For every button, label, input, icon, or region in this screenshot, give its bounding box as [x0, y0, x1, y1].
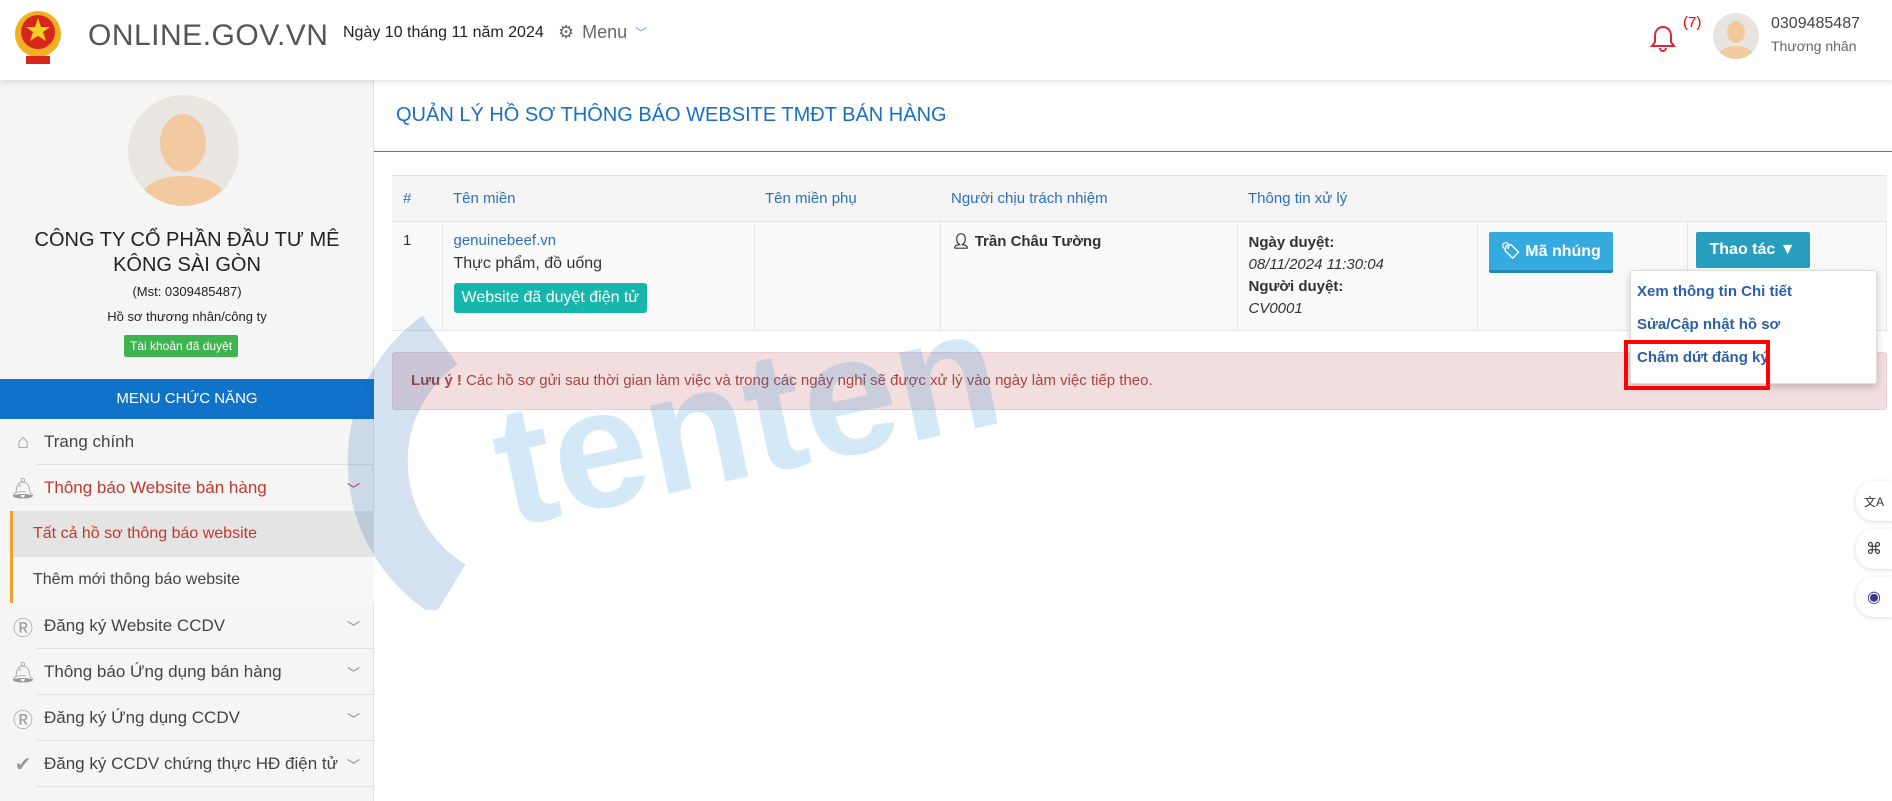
menu-dropdown[interactable]: ⚙ Menu ﹀	[558, 22, 647, 43]
company-avatar	[128, 95, 239, 206]
column-header: Người chịu trách nhiệm	[940, 175, 1237, 222]
notification-bell-icon[interactable]	[1650, 24, 1676, 52]
sidebar-item-label: Tất cả hồ sơ thông báo website	[33, 525, 257, 542]
sidebar-item-label: Đăng ký Ứng dụng CCDV	[44, 708, 240, 727]
sidebar-item-app-notice[interactable]: 🔔︎ Thông báo Ứng dụng bán hàng ﹀	[0, 649, 374, 695]
table-header: # Tên miền Tên miền phụ Người chịu trách…	[392, 175, 1887, 222]
row-index: 1	[392, 221, 443, 331]
approver-label: Người duyệt:	[1248, 278, 1344, 295]
approved-date: 08/11/2024 11:30:04	[1248, 256, 1384, 273]
registered-icon: Ⓡ	[13, 709, 33, 732]
user-avatar[interactable]	[1713, 13, 1759, 59]
check-circle-icon: ✔	[14, 753, 32, 776]
chevron-down-icon: ﹀	[346, 711, 360, 727]
chevron-down-icon: ﹀	[346, 757, 360, 773]
chevron-down-icon: ﹀	[635, 26, 648, 40]
apps-icon: ⌘	[1866, 541, 1882, 558]
company-name: CÔNG TY CỔ PHẦN ĐẦU TƯ MÊ KÔNG SÀI GÒN	[34, 229, 340, 276]
embed-code-label: Mã nhúng	[1525, 243, 1601, 260]
alert-text: Các hồ sơ gửi sau thời gian làm việc và …	[461, 372, 1153, 389]
sidebar-item-register-website[interactable]: Ⓡ Đăng ký Website CCDV ﹀	[0, 603, 374, 649]
embed-code-button[interactable]: 🏷︎ Mã nhúng	[1488, 232, 1613, 273]
bell-icon: 🔔︎	[10, 661, 36, 684]
approval-status-badge: Website đã duyệt điện tử	[453, 283, 648, 313]
chevron-down-icon: ﹀	[346, 665, 360, 681]
domain-cell: genuinebeef.vn Thực phẩm, đồ uống Websit…	[441, 221, 755, 331]
page-title: QUẢN LÝ HỒ SƠ THÔNG BÁO WEBSITE TMĐT BÁN…	[396, 104, 947, 126]
menu-item-edit-profile[interactable]: Sửa/Cập nhật hồ sơ	[1637, 316, 1780, 333]
alert-label: Lưu ý !	[411, 372, 462, 389]
domain-link[interactable]: genuinebeef.vn	[454, 232, 743, 249]
top-header: ONLINE.GOV.VN Ngày 10 tháng 11 năm 2024 …	[0, 0, 1892, 80]
actions-dropdown-button[interactable]: Thao tác ▼	[1695, 232, 1810, 268]
notification-count[interactable]: (7)	[1683, 14, 1701, 31]
bell-icon: 🔔︎	[10, 477, 36, 500]
chevron-down-icon: ﹀	[346, 619, 360, 635]
tag-icon: 🏷︎	[1500, 243, 1526, 260]
apps-button[interactable]: ⌘	[1856, 529, 1892, 569]
gear-icon: ⚙	[558, 22, 575, 42]
sidebar-item-label: Trang chính	[44, 432, 135, 451]
menu-title: MENU CHỨC NĂNG	[0, 379, 374, 419]
approver: CV0001	[1248, 300, 1303, 317]
translate-icon: 文A	[1863, 494, 1884, 509]
sidebar-subitem-new-notice[interactable]: Thêm mới thông báo website	[10, 557, 374, 603]
profile-type: Hồ sơ thương nhân/công ty	[107, 309, 267, 324]
responsible-person: Trần Châu Tường	[974, 233, 1102, 250]
sidebar-item-home[interactable]: ⌂ Trang chính	[0, 419, 374, 465]
sidebar-item-label: Thông báo Ứng dụng bán hàng	[44, 662, 282, 681]
caret-down-icon: ▼	[1779, 241, 1796, 258]
tax-code: (Mst: 0309485487)	[132, 284, 242, 299]
sidebar-item-website-notice[interactable]: 🔔︎ Thông báo Website bán hàng ﹀	[0, 465, 374, 511]
column-header-action	[1687, 175, 1887, 222]
username[interactable]: 0309485487	[1771, 15, 1860, 33]
site-brand[interactable]: ONLINE.GOV.VN	[88, 19, 328, 53]
registered-icon: Ⓡ	[13, 617, 33, 640]
subdomain-cell	[753, 221, 941, 331]
column-header-embed	[1477, 175, 1687, 222]
person-cell: 👤︎ Trần Châu Tường	[939, 221, 1238, 331]
account-status-badge: Tài khoản đã duyệt	[124, 335, 239, 357]
sidebar-item-label: Đăng ký CCDV chứng thực HĐ điện tử	[44, 754, 338, 773]
sidebar-item-label: Thông báo Website bán hàng	[44, 478, 267, 497]
sidebar-item-register-app[interactable]: Ⓡ Đăng ký Ứng dụng CCDV ﹀	[0, 695, 374, 741]
assistant-icon: ◉	[1867, 589, 1881, 606]
user-icon: 👤︎	[951, 233, 975, 250]
sidebar-item-label: Đăng ký Website CCDV	[44, 616, 226, 635]
column-header: #	[392, 175, 442, 222]
home-icon: ⌂	[16, 430, 30, 453]
processing-info-cell: Ngày duyệt: 08/11/2024 11:30:04 Người du…	[1236, 221, 1478, 331]
translate-button[interactable]: 文A	[1856, 481, 1892, 521]
current-date: Ngày 10 tháng 11 năm 2024	[343, 24, 544, 41]
actions-label: Thao tác	[1709, 241, 1776, 258]
chevron-down-icon: ﹀	[346, 481, 360, 497]
sidebar-item-label: Thêm mới thông báo website	[33, 571, 241, 588]
sidebar: CÔNG TY CỔ PHẦN ĐẦU TƯ MÊ KÔNG SÀI GÒN (…	[0, 80, 374, 801]
highlight-box	[1624, 340, 1770, 390]
column-header: Tên miền	[442, 175, 754, 222]
sidebar-item-register-einvoice[interactable]: ✔ Đăng ký CCDV chứng thực HĐ điện tử ﹀	[0, 741, 374, 787]
user-role: Thương nhân	[1771, 38, 1857, 54]
column-header: Tên miền phụ	[754, 175, 940, 222]
domain-category: Thực phẩm, đồ uống	[453, 255, 603, 272]
assistant-button[interactable]: ◉	[1856, 577, 1892, 617]
menu-label: Menu	[582, 22, 628, 42]
title-divider	[374, 151, 1892, 152]
column-header: Thông tin xử lý	[1237, 175, 1477, 222]
menu-item-view-details[interactable]: Xem thông tin Chi tiết	[1637, 283, 1792, 300]
national-emblem-logo[interactable]	[14, 6, 62, 68]
sidebar-subitem-all-notices[interactable]: Tất cả hồ sơ thông báo website	[10, 511, 374, 557]
approved-date-label: Ngày duyệt:	[1248, 234, 1335, 251]
